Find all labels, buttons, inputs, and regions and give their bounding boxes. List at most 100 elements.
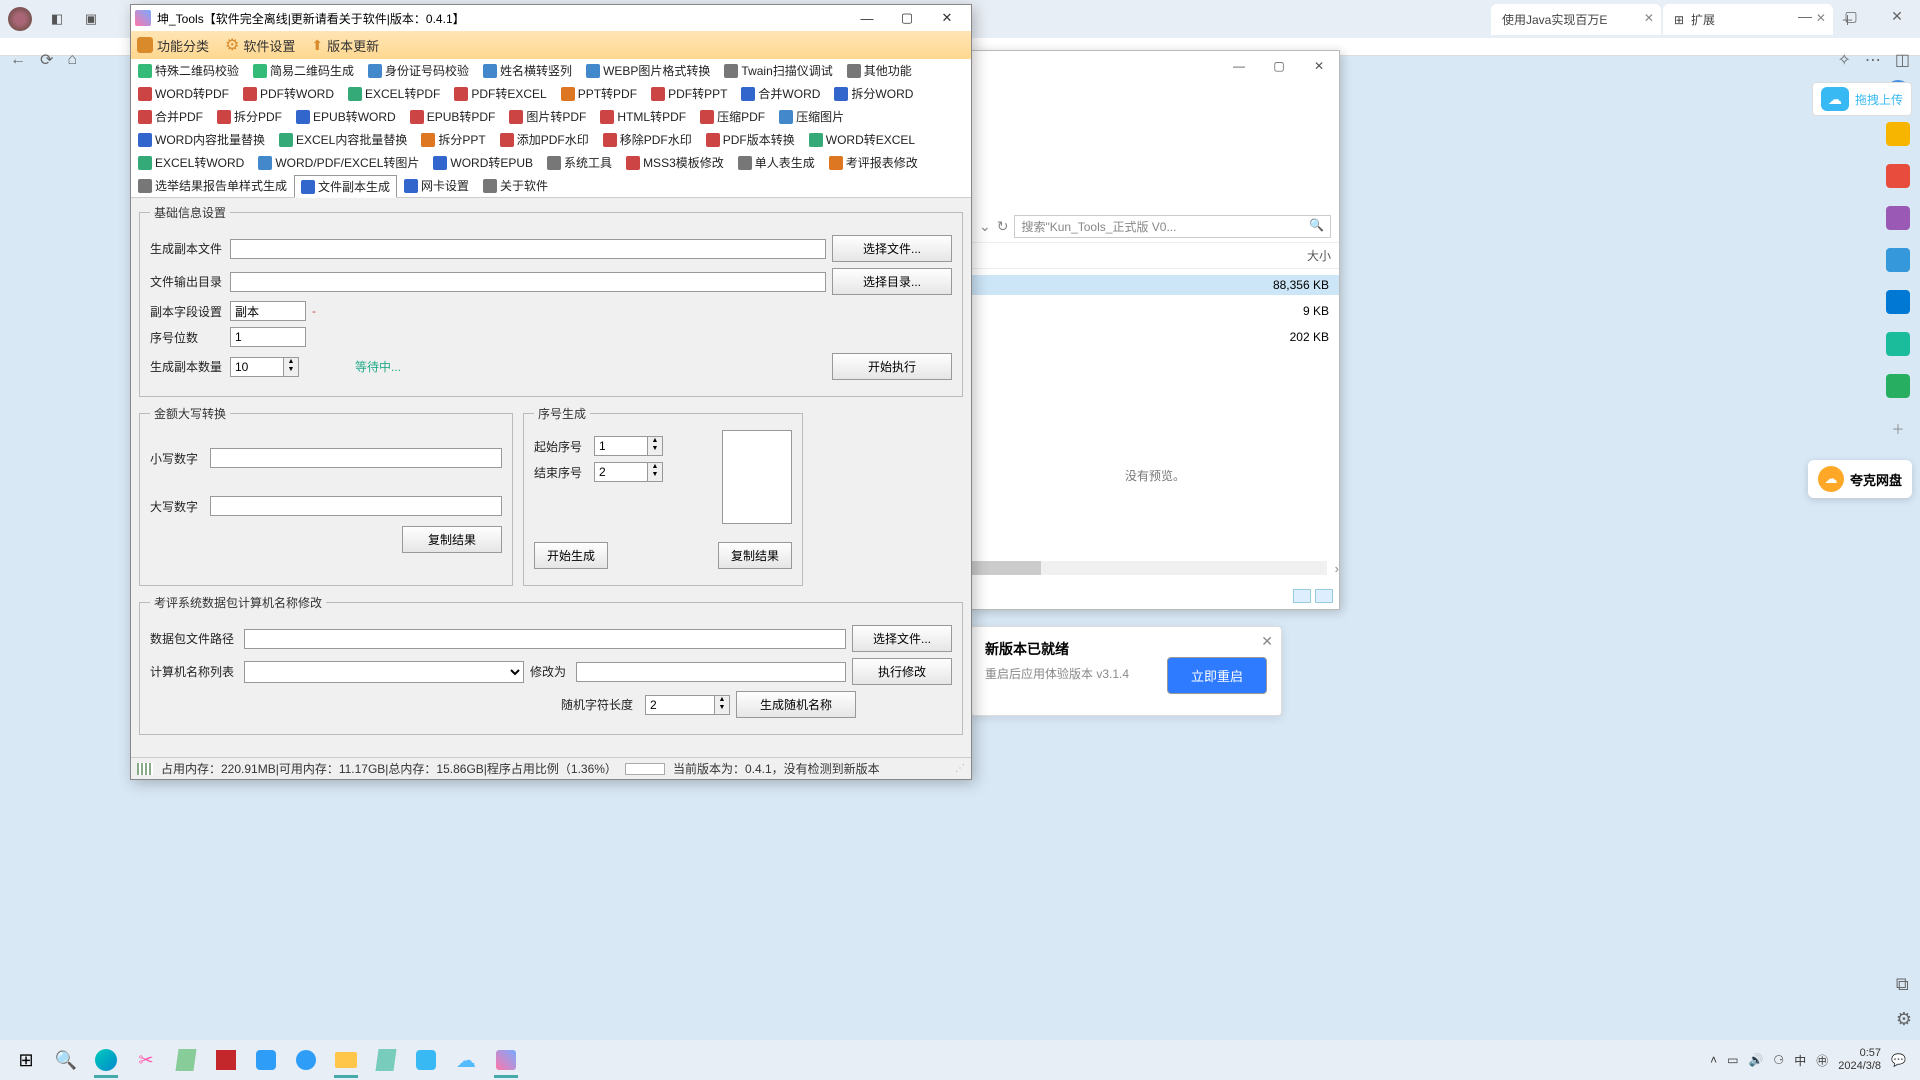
profile-avatar[interactable]	[8, 7, 32, 31]
feature-tab[interactable]: WEBP图片格式转换	[579, 59, 717, 82]
feature-tab[interactable]: 姓名横转竖列	[476, 59, 579, 82]
feature-tab[interactable]: 压缩PDF	[693, 105, 772, 128]
browser-tab-0[interactable]: 使用Java实现百万E✕	[1491, 4, 1661, 35]
wifi-icon[interactable]: ⚆	[1773, 1053, 1784, 1067]
menu-functions[interactable]: 功能分类	[137, 36, 209, 55]
taskbar-app[interactable]	[286, 1042, 326, 1078]
dropdown-icon[interactable]: ⌄	[979, 218, 991, 235]
taskbar-app[interactable]	[166, 1042, 206, 1078]
feature-tab[interactable]: PDF转EXCEL	[447, 82, 553, 105]
feature-tab[interactable]: EPUB转PDF	[403, 105, 503, 128]
feature-tab[interactable]: 拆分PDF	[210, 105, 289, 128]
search-button[interactable]: 🔍	[46, 1042, 86, 1078]
field-input[interactable]	[230, 301, 306, 321]
sidebar-add-icon[interactable]: ＋	[1886, 416, 1910, 440]
battery-icon[interactable]: ▭	[1727, 1053, 1738, 1067]
close-button[interactable]: ✕	[1874, 0, 1920, 32]
ime-indicator[interactable]: 中	[1794, 1052, 1806, 1069]
gen-seq-button[interactable]: 开始生成	[534, 542, 608, 569]
change-to-input[interactable]	[576, 662, 846, 682]
end-seq-spinner[interactable]: ▲▼	[594, 462, 663, 482]
feature-tab[interactable]: 选举结果报告单样式生成	[131, 174, 294, 197]
screenshot-icon[interactable]: ⧉	[1896, 974, 1912, 995]
taskbar-kuntools[interactable]	[486, 1042, 526, 1078]
feature-tab[interactable]: 网卡设置	[397, 174, 476, 197]
menu-update[interactable]: ⬆版本更新	[311, 36, 379, 55]
choose-pkg-button[interactable]: 选择文件...	[852, 625, 952, 652]
upload-widget[interactable]: ☁ 拖拽上传	[1812, 82, 1912, 116]
choose-dir-button[interactable]: 选择目录...	[832, 268, 952, 295]
sidebar-app-icon[interactable]	[1886, 206, 1910, 230]
feature-tab[interactable]: 身份证号码校验	[361, 59, 476, 82]
copy-result-button[interactable]: 复制结果	[402, 526, 502, 553]
out-dir-input[interactable]	[230, 272, 826, 292]
gen-rand-button[interactable]: 生成随机名称	[736, 691, 856, 718]
refresh-icon[interactable]: ↻	[997, 218, 1009, 235]
feature-tab[interactable]: 合并PDF	[131, 105, 210, 128]
file-row[interactable]: 88,356 KB	[971, 275, 1339, 295]
sidebar-outlook-icon[interactable]	[1886, 290, 1910, 314]
feature-tab[interactable]: 考评报表修改	[822, 151, 925, 174]
feature-tab[interactable]: PDF转WORD	[236, 82, 341, 105]
spinner-up-icon[interactable]: ▲	[284, 358, 298, 366]
feature-tab[interactable]: WORD转EPUB	[426, 151, 540, 174]
feature-tab[interactable]: PDF版本转换	[699, 128, 802, 151]
feature-tab[interactable]: 简易二维码生成	[246, 59, 361, 82]
feature-tab[interactable]: WORD内容批量替换	[131, 128, 272, 151]
quark-disk-widget[interactable]: ☁ 夸克网盘	[1808, 460, 1912, 498]
choose-file-button[interactable]: 选择文件...	[832, 235, 952, 262]
minimize-button[interactable]: —	[1782, 0, 1828, 32]
feature-tab[interactable]: WORD转PDF	[131, 82, 236, 105]
notifications-icon[interactable]: 💬	[1891, 1053, 1906, 1067]
sidebar-app-icon[interactable]	[1886, 332, 1910, 356]
pkg-path-input[interactable]	[244, 629, 846, 649]
feature-tab[interactable]: 拆分PPT	[414, 128, 492, 151]
feature-tab[interactable]: PDF转PPT	[644, 82, 734, 105]
feature-tab[interactable]: MSS3模板修改	[619, 151, 731, 174]
taskbar-app[interactable]	[246, 1042, 286, 1078]
copy-seq-button[interactable]: 复制结果	[718, 542, 792, 569]
volume-icon[interactable]: 🔊	[1748, 1053, 1763, 1067]
rand-len-spinner[interactable]: ▲▼	[645, 695, 730, 715]
favorite-icon[interactable]: ✧	[1837, 50, 1850, 70]
close-icon[interactable]: ✕	[1261, 633, 1273, 650]
back-icon[interactable]: ←	[10, 51, 26, 69]
feature-tab[interactable]: Twain扫描仪调试	[717, 59, 839, 82]
settings-icon[interactable]: ⚙	[1896, 1009, 1912, 1030]
feature-tab[interactable]: 拆分WORD	[827, 82, 920, 105]
feature-tab[interactable]: 特殊二维码校验	[131, 59, 246, 82]
ime-icon[interactable]: ㊥	[1816, 1052, 1828, 1069]
taskbar-edge[interactable]	[86, 1042, 126, 1078]
minimize-button[interactable]: —	[1219, 59, 1259, 73]
home-icon[interactable]: ⌂	[67, 51, 77, 69]
feature-tab[interactable]: 合并WORD	[734, 82, 827, 105]
taskbar-app[interactable]: ☁	[446, 1042, 486, 1078]
lower-input[interactable]	[210, 448, 502, 468]
explorer-search[interactable]: 搜索"Kun_Tools_正式版 V0... 🔍	[1014, 215, 1331, 238]
close-button[interactable]: ✕	[1299, 59, 1339, 73]
spinner-down-icon[interactable]: ▼	[284, 366, 298, 374]
feature-tab[interactable]: EXCEL转PDF	[341, 82, 447, 105]
feature-tab[interactable]: 添加PDF水印	[493, 128, 596, 151]
view-buttons[interactable]	[1293, 589, 1333, 603]
sidebar-app-icon[interactable]	[1886, 248, 1910, 272]
seq-digits-input[interactable]	[230, 327, 306, 347]
copy-count-spinner[interactable]: ▲▼	[230, 357, 299, 377]
feature-tab[interactable]: EXCEL内容批量替换	[272, 128, 414, 151]
maximize-button[interactable]: ▢	[1259, 59, 1299, 73]
exec-button[interactable]: 执行修改	[852, 658, 952, 685]
minimize-button[interactable]: —	[847, 6, 887, 30]
maximize-button[interactable]: ▢	[1828, 0, 1874, 32]
menu-settings[interactable]: ⚙软件设置	[225, 35, 295, 55]
start-button[interactable]: ⊞	[6, 1042, 46, 1078]
feature-tab[interactable]: EXCEL转WORD	[131, 151, 251, 174]
col-size[interactable]: 大小	[1307, 247, 1331, 264]
taskbar-app[interactable]: ✂	[126, 1042, 166, 1078]
taskbar-explorer[interactable]	[326, 1042, 366, 1078]
file-row[interactable]: 202 KB	[971, 327, 1339, 347]
feature-tab[interactable]: 文件副本生成	[294, 175, 397, 198]
taskbar-app[interactable]	[406, 1042, 446, 1078]
feature-tab[interactable]: 图片转PDF	[502, 105, 593, 128]
chevron-up-icon[interactable]: ˄	[1710, 1053, 1717, 1067]
workspaces-icon[interactable]: ◧	[46, 8, 68, 30]
